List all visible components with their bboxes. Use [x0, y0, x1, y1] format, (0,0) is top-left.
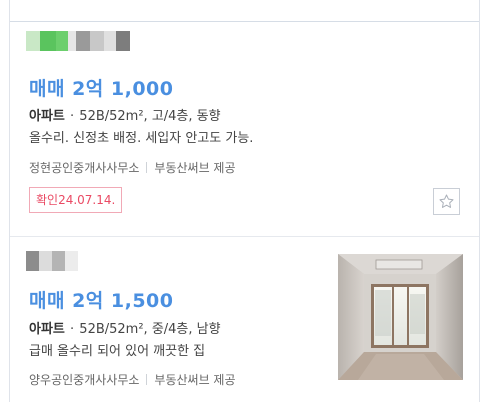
- listing-description: 올수리. 신정초 배정. 세입자 안고도 가능.: [29, 131, 254, 146]
- listing-item[interactable]: 매매 2억 1,000 아파트 · 52B/52m², 고/4층, 동향 올수리…: [10, 22, 479, 237]
- listing-specs: 아파트 · 52B/52m², 고/4층, 동향: [29, 109, 221, 124]
- property-spec-detail: 52B/52m², 고/4층, 동향: [79, 109, 221, 124]
- listing-description: 급매 올수리 되어 있어 깨끗한 집: [29, 344, 206, 359]
- agent-name[interactable]: 정현공인중개사사무소: [29, 161, 139, 175]
- data-provider: 부동산써브 제공: [154, 373, 236, 387]
- listing-title-blurred: [26, 251, 78, 271]
- listing-agent-row: 양우공인중개사사무소 부동산써브 제공: [29, 371, 236, 388]
- property-spec-detail: 52B/52m², 중/4층, 남향: [79, 322, 221, 337]
- confirm-date-badge: 확인24.07.14.: [29, 187, 123, 213]
- room-photo-illustration: [338, 254, 463, 380]
- listing-photo[interactable]: [338, 254, 463, 380]
- listing-item[interactable]: 매매 2억 1,500 아파트 · 52B/52m², 중/4층, 남향 급매 …: [10, 237, 479, 407]
- listing-panel: 매매 2억 1,000 아파트 · 52B/52m², 고/4층, 동향 올수리…: [9, 0, 480, 402]
- agent-name[interactable]: 양우공인중개사사무소: [29, 373, 139, 387]
- agent-divider: [146, 162, 148, 173]
- star-outline-icon: [439, 194, 454, 208]
- listing-title-blurred: [26, 31, 130, 51]
- listing-price[interactable]: 매매 2억 1,000: [29, 74, 174, 101]
- property-type: 아파트: [29, 109, 65, 124]
- listing-specs: 아파트 · 52B/52m², 중/4층, 남향: [29, 322, 221, 337]
- data-provider: 부동산써브 제공: [154, 161, 236, 175]
- listing-price[interactable]: 매매 2억 1,500: [29, 286, 174, 313]
- property-type: 아파트: [29, 322, 65, 337]
- listing-agent-row: 정현공인중개사사무소 부동산써브 제공: [29, 159, 236, 176]
- favorite-button[interactable]: [433, 188, 460, 215]
- agent-divider: [146, 374, 148, 385]
